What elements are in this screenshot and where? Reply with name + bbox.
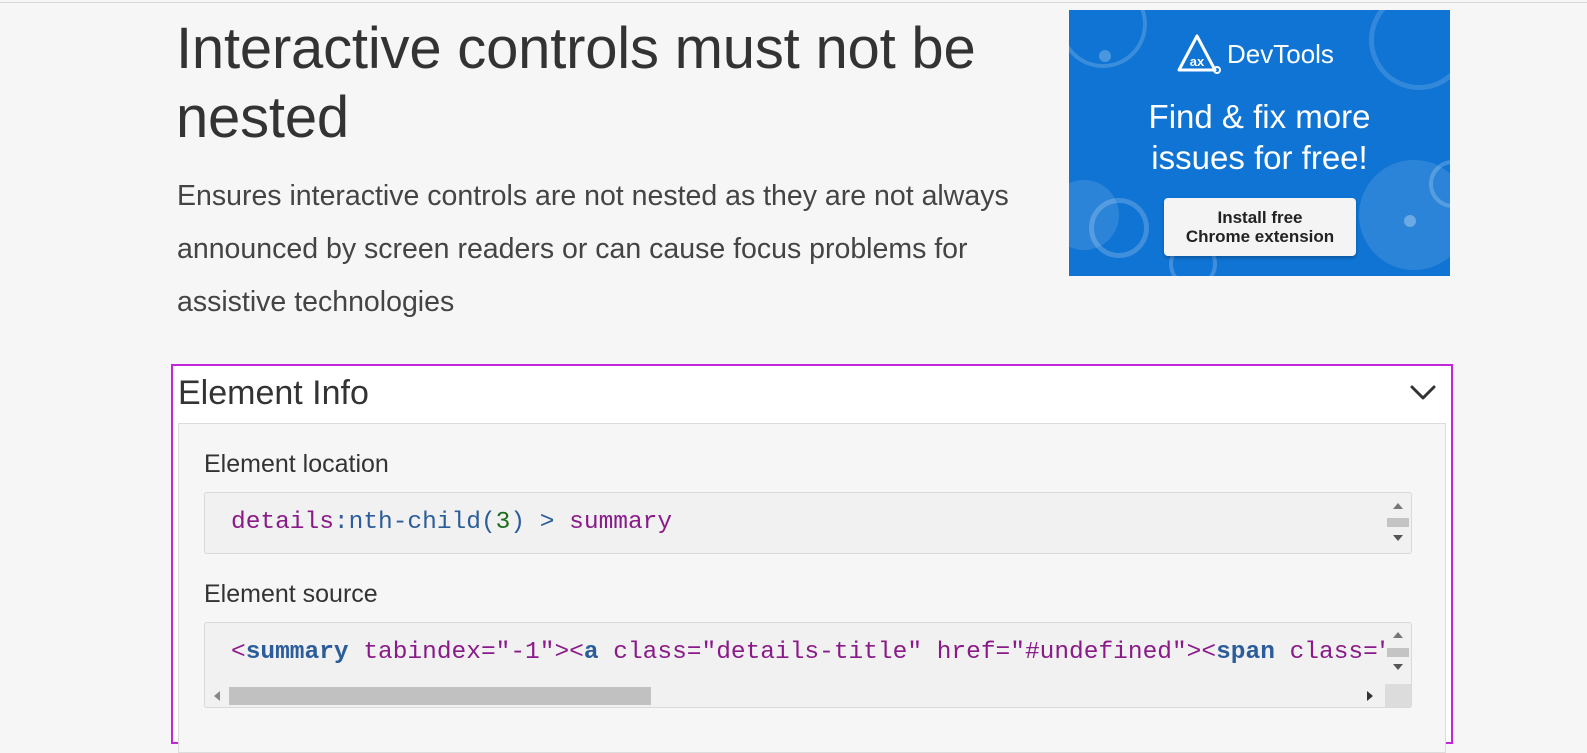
element-info-panel: Element Info Element location details:nt… (171, 364, 1453, 753)
button-label-line: Chrome extension (1185, 227, 1335, 246)
logo-text: ax (1190, 54, 1205, 69)
page-title: Interactive controls must not be nested (176, 16, 976, 150)
element-source-code[interactable]: <summary tabindex="-1"><a class="details… (204, 622, 1412, 708)
scroll-thumb[interactable] (229, 687, 651, 705)
vertical-scrollbar[interactable] (1385, 493, 1411, 553)
top-divider (0, 2, 1587, 3)
devtools-ad[interactable]: ax DevTools Find & fix more issues for f… (1069, 10, 1450, 276)
decor-bubble (1404, 215, 1416, 227)
axe-logo-icon: ax (1177, 34, 1221, 74)
scroll-up-arrow-icon[interactable] (1393, 503, 1403, 509)
horizontal-scrollbar[interactable] (205, 684, 1385, 707)
scroll-down-arrow-icon[interactable] (1393, 664, 1403, 670)
install-extension-button[interactable]: Install free Chrome extension (1164, 198, 1356, 256)
element-info-title: Element Info (178, 374, 369, 412)
button-label-line: Install free (1217, 208, 1303, 227)
scroll-right-arrow-icon[interactable] (1367, 691, 1373, 701)
location-code-text: details:nth-child(3) > summary (231, 509, 673, 536)
page-description: Ensures interactive controls are not nes… (177, 180, 1009, 318)
ad-headline: Find & fix more issues for free! (1069, 96, 1450, 178)
ad-brand: ax DevTools (1177, 34, 1334, 74)
decor-bubble (1099, 50, 1111, 62)
scroll-thumb[interactable] (1387, 648, 1409, 657)
ad-brand-name: DevTools (1227, 38, 1334, 69)
scroll-up-arrow-icon[interactable] (1393, 632, 1403, 638)
element-info-body: Element location details:nth-child(3) > … (178, 423, 1446, 753)
ad-headline-line: Find & fix more (1148, 98, 1371, 135)
source-code-text: <summary tabindex="-1"><a class="details… (231, 639, 1393, 666)
element-source-label: Element source (204, 580, 378, 608)
element-location-code[interactable]: details:nth-child(3) > summary (204, 492, 1412, 554)
scrollbar-corner (1385, 684, 1411, 707)
scroll-thumb[interactable] (1387, 518, 1409, 527)
scroll-left-arrow-icon[interactable] (214, 691, 220, 701)
vertical-scrollbar[interactable] (1385, 623, 1411, 684)
element-location-label: Element location (204, 450, 389, 478)
chevron-down-icon[interactable] (1409, 384, 1437, 402)
scroll-down-arrow-icon[interactable] (1393, 535, 1403, 541)
ad-headline-line: issues for free! (1151, 139, 1368, 176)
element-info-header[interactable]: Element Info (173, 366, 1451, 422)
decor-bubble (1089, 198, 1149, 258)
decor-bubble (1369, 10, 1450, 90)
